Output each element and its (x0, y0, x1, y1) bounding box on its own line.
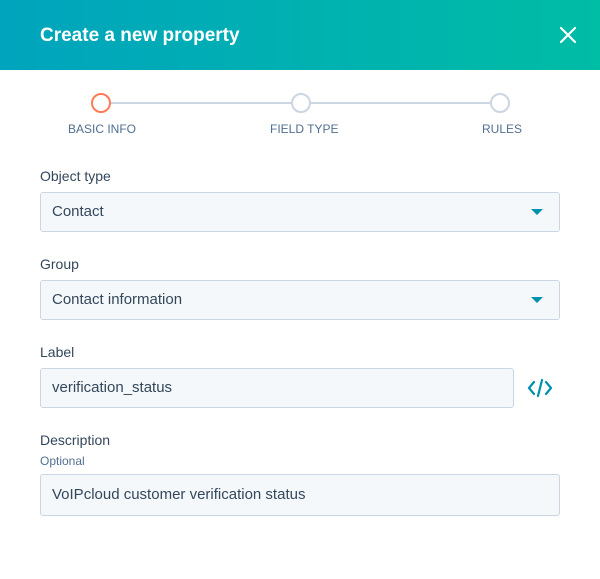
description-input[interactable]: VoIPcloud customer verification status (40, 474, 560, 516)
dialog-header: Create a new property (0, 0, 600, 70)
chevron-down-icon (531, 297, 543, 303)
code-edit-button[interactable] (526, 376, 554, 400)
close-icon (559, 26, 577, 44)
step-connector (110, 102, 292, 104)
step-rules-label: RULES (482, 122, 523, 136)
step-connector (310, 102, 491, 104)
label-input[interactable]: verification_status (40, 368, 514, 408)
label-field-label: Label (40, 344, 75, 360)
close-button[interactable] (554, 21, 582, 49)
dialog-title: Create a new property (40, 25, 240, 46)
label-input-value: verification_status (52, 379, 173, 396)
step-basic-info-label: BASIC INFO (68, 122, 137, 136)
object-type-value: Contact (52, 203, 104, 220)
progress-stepper: BASIC INFO FIELD TYPE RULES (0, 88, 600, 138)
step-field-type-indicator (291, 93, 311, 113)
step-rules-indicator (490, 93, 510, 113)
object-type-label: Object type (40, 168, 111, 184)
group-label: Group (40, 256, 79, 272)
code-icon (527, 378, 553, 398)
group-select[interactable]: Contact information (40, 280, 560, 320)
object-type-select[interactable]: Contact (40, 192, 560, 232)
step-field-type-label: FIELD TYPE (270, 122, 339, 136)
description-input-value: VoIPcloud customer verification status (52, 486, 306, 503)
description-optional-hint: Optional (40, 454, 85, 468)
chevron-down-icon (531, 209, 543, 215)
step-basic-info-indicator (91, 93, 111, 113)
group-value: Contact information (52, 291, 183, 308)
description-label: Description (40, 432, 111, 448)
